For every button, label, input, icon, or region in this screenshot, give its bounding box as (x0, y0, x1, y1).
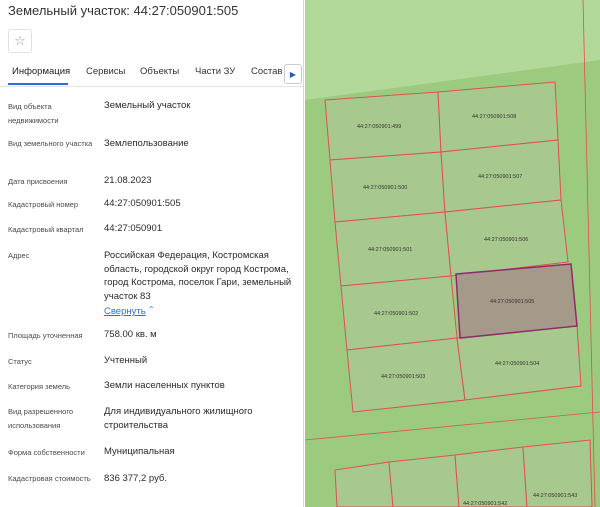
value-address: Российская Федерация, Костромская област… (104, 250, 292, 302)
value-cadastral-quarter: 44:27:050901 (104, 223, 163, 234)
label-cadastral-quarter: Кадастровый квартал (8, 225, 84, 234)
map-area-top (305, 0, 600, 100)
parcel-label: 44:27:050901:504 (495, 361, 539, 367)
label-area: Площадь уточненная (8, 331, 83, 340)
parcel-label: 44:27:050901:542 (463, 501, 507, 507)
value-assign-date: 21.08.2023 (104, 175, 152, 186)
parcel-label: 44:27:050901:502 (374, 311, 418, 317)
label-assign-date: Дата присвоения (8, 177, 68, 186)
parcel-label: 44:27:050901:501 (368, 247, 412, 253)
value-category: Земли населенных пунктов (104, 380, 225, 391)
tab-bar: Информация Сервисы Объекты Части ЗУ Сост… (0, 61, 303, 87)
parcel-label: 44:27:050901:503 (381, 374, 425, 380)
collapse-link[interactable]: Свернуть (104, 306, 146, 317)
value-cadastral-number: 44:27:050901:505 (104, 198, 181, 209)
label-cadastral-number: Кадастровый номер (8, 200, 79, 209)
cadastral-map[interactable]: 44:27:050901:499 44:27:050901:508 44:27:… (305, 0, 600, 507)
parcel-label: 44:27:050901:543 (533, 493, 577, 499)
parcel-label: 44:27:050901:508 (472, 114, 516, 120)
parcel-south-1[interactable] (334, 461, 394, 507)
page-title: Земельный участок: 44:27:050901:505 (8, 3, 239, 18)
parcel-label: 44:27:050901:507 (478, 174, 522, 180)
label-permitted-use: Вид разрешенного использования (8, 407, 74, 430)
parcel-label: 44:27:050901:499 (357, 124, 401, 130)
label-ownership: Форма собственности (8, 448, 85, 457)
value-land-type: Землепользование (104, 138, 189, 149)
label-cadastral-value: Кадастровая стоимость (8, 474, 91, 483)
tab-composition[interactable]: Состав (251, 66, 282, 77)
value-permitted-use: Для индивидуального жилищного строительс… (104, 406, 253, 431)
info-panel: Земельный участок: 44:27:050901:505 ☆ Ин… (0, 0, 304, 507)
tab-services[interactable]: Сервисы (86, 66, 125, 77)
value-status: Учтенный (104, 355, 148, 366)
label-status: Статус (8, 357, 32, 366)
star-icon[interactable]: ☆ (8, 29, 32, 53)
tab-parts[interactable]: Части ЗУ (195, 66, 235, 77)
parcel-label: 44:27:050901:506 (484, 237, 528, 243)
value-area: 758.00 кв. м (104, 329, 157, 340)
active-tab-indicator (8, 83, 68, 85)
map-canvas[interactable]: 44:27:050901:499 44:27:050901:508 44:27:… (305, 0, 600, 507)
parcel-label: 44:27:050901:505 (490, 299, 534, 305)
label-object-type: Вид объекта недвижимости (8, 102, 59, 125)
value-object-type: Земельный участок (104, 100, 191, 111)
label-category: Категория земель (8, 382, 71, 391)
chevron-right-icon[interactable]: ▶ (284, 64, 302, 84)
label-address: Адрес (8, 251, 30, 260)
chevron-up-icon[interactable]: ⌃ (148, 305, 155, 314)
value-cadastral-value: 836 377,2 руб. (104, 473, 168, 484)
value-ownership: Муниципальная (104, 446, 175, 457)
tab-objects[interactable]: Объекты (140, 66, 179, 77)
label-land-type: Вид земельного участка (8, 139, 93, 148)
parcel-label: 44:27:050901:500 (363, 185, 407, 191)
tab-info[interactable]: Информация (12, 66, 70, 77)
parcel-south-2[interactable] (388, 454, 460, 507)
parcel-542[interactable] (454, 446, 528, 507)
